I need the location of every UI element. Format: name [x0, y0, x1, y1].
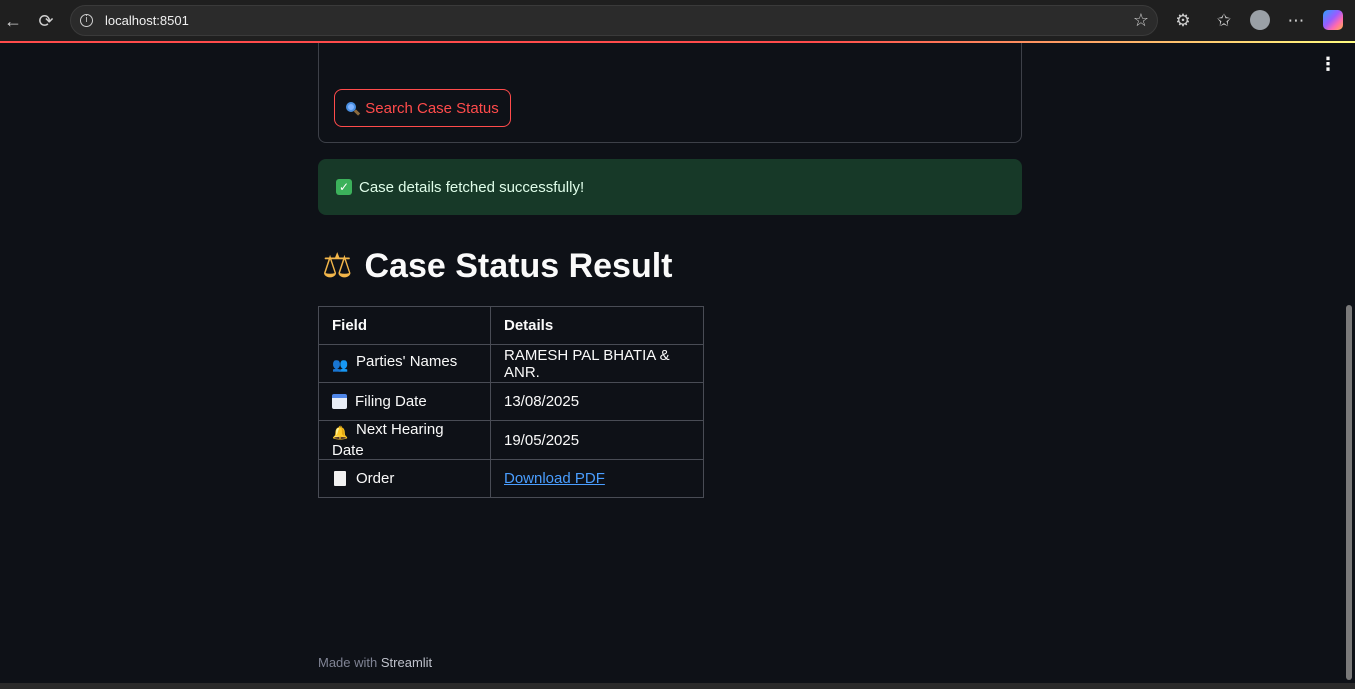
success-alert: ✓ Case details fetched successfully! [318, 159, 1022, 215]
footer-prefix: Made with [318, 655, 378, 670]
people-icon: 👥 [332, 358, 349, 373]
favorites-icon[interactable]: ✩ [1211, 8, 1237, 34]
address-bar[interactable]: i localhost:8501 ☆ [70, 5, 1158, 36]
value-cell: 19/05/2025 [490, 420, 704, 460]
window-bottom-edge [0, 683, 1355, 689]
copilot-icon[interactable] [1323, 10, 1343, 30]
app-main-menu-icon[interactable]: ⋮ [1319, 56, 1337, 74]
case-status-table: Field Details 👥 Parties' Names RAMESH PAL… [318, 306, 704, 498]
more-options-icon[interactable]: ⋯ [1283, 8, 1309, 34]
field-cell: 🔔 Next Hearing Date [318, 420, 491, 460]
value-cell: RAMESH PAL BHATIA & ANR. [490, 344, 704, 383]
site-info-icon[interactable]: i [80, 14, 93, 27]
value-cell: 13/08/2025 [490, 382, 704, 421]
footer: Made with Streamlit [318, 655, 432, 670]
calendar-icon [332, 394, 347, 409]
table-row: 👥 Parties' Names RAMESH PAL BHATIA & ANR. [318, 344, 704, 383]
download-pdf-link[interactable]: Download PDF [504, 470, 605, 487]
table-header-row: Field Details [318, 306, 704, 345]
table-row: Filing Date 13/08/2025 [318, 382, 704, 421]
field-cell: Filing Date [318, 382, 491, 421]
balance-scale-icon: ⚖ [322, 246, 353, 286]
profile-avatar-icon[interactable] [1250, 10, 1270, 30]
field-cell: 👥 Parties' Names [318, 344, 491, 383]
bell-icon: 🔔 [332, 426, 349, 441]
extensions-icon[interactable]: ⚙ [1170, 8, 1196, 34]
page-title-text: Case Status Result [364, 246, 673, 285]
field-label: Filing Date [355, 393, 427, 410]
search-button-label: Search Case Status [365, 99, 499, 117]
reload-icon[interactable]: ⟳ [33, 8, 59, 34]
field-cell: Order [318, 459, 491, 498]
browser-toolbar: ← ⟳ i localhost:8501 ☆ ⚙ ✩ ⋯ [0, 0, 1355, 41]
page-title: ⚖ Case Status Result [322, 246, 672, 286]
check-mark-icon: ✓ [336, 179, 352, 195]
column-header-field: Field [318, 306, 491, 345]
field-label: Order [356, 470, 395, 487]
page-scrollbar[interactable] [1346, 305, 1352, 680]
table-row: 🔔 Next Hearing Date 19/05/2025 [318, 420, 704, 460]
field-label: Next Hearing Date [332, 421, 444, 459]
magnifier-icon [346, 101, 361, 116]
value-cell: Download PDF [490, 459, 704, 498]
back-arrow-icon[interactable]: ← [0, 8, 26, 34]
success-message: Case details fetched successfully! [359, 178, 585, 196]
url-text[interactable]: localhost:8501 [105, 13, 189, 28]
streamlit-link[interactable]: Streamlit [381, 655, 432, 670]
bookmark-star-icon[interactable]: ☆ [1133, 10, 1149, 31]
search-case-status-button[interactable]: Search Case Status [334, 89, 511, 127]
table-row: Order Download PDF [318, 459, 704, 498]
column-header-details: Details [490, 306, 704, 345]
field-label: Parties' Names [356, 353, 458, 370]
document-icon [334, 471, 346, 486]
